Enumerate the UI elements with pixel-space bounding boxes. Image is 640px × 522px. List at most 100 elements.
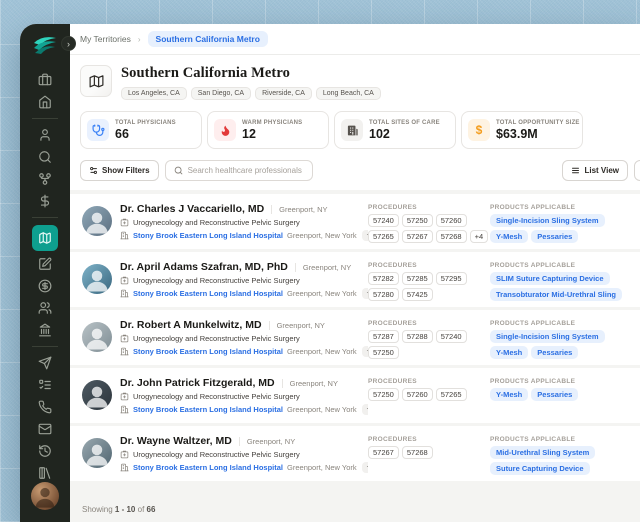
list-icon [571, 166, 580, 175]
procedure-chip: 57288 [402, 330, 433, 343]
procedure-chips: 572405725057260572655726757268+4 [368, 214, 490, 243]
user-avatar[interactable] [31, 482, 59, 510]
desktop-background: › My Territories › Southern California M… [0, 0, 640, 522]
dollar-icon[interactable] [31, 190, 59, 212]
specialty-icon [120, 218, 129, 227]
affiliation-link[interactable]: Stony Brook Eastern Long Island Hospital [133, 347, 283, 356]
stat-card-total-physicians: TOTAL PHYSICIANS 66 [80, 111, 202, 149]
procedure-chips: 5728257285572955728057425 [368, 272, 490, 301]
mail-icon[interactable] [31, 418, 59, 440]
stat-value: 66 [115, 127, 176, 141]
product-chip: Pessaries [531, 346, 578, 359]
physician-avatar [82, 206, 112, 236]
procedure-chip: 57260 [436, 214, 467, 227]
procedures-more-chip[interactable]: +4 [470, 230, 489, 243]
map-icon[interactable] [32, 225, 58, 251]
dollar-circle-icon[interactable] [31, 275, 59, 297]
sidebar-expand-button[interactable]: › [61, 36, 76, 51]
products-label: PRODUCTS APPLICABLE [490, 262, 640, 269]
library-icon[interactable] [31, 462, 59, 484]
physician-row[interactable]: Dr. Wayne Waltzer, MD Greenport, NY Urog… [70, 426, 640, 481]
compose-icon[interactable] [31, 253, 59, 275]
affiliation-link[interactable]: Stony Brook Eastern Long Island Hospital [133, 231, 283, 240]
hospital-icon [120, 463, 129, 472]
procedure-chip: 57268 [436, 230, 467, 243]
stat-value: 102 [369, 127, 440, 141]
breadcrumb-current[interactable]: Southern California Metro [148, 31, 268, 47]
procedure-chip: 57240 [436, 330, 467, 343]
building-icon [341, 119, 363, 141]
filters-icon [89, 166, 98, 175]
territory-tag: San Diego, CA [191, 87, 251, 100]
hospital-icon [120, 405, 129, 414]
products-label: PRODUCTS APPLICABLE [490, 436, 640, 443]
physician-row[interactable]: Dr. April Adams Szafran, MD, PhD Greenpo… [70, 252, 640, 307]
products-label: PRODUCTS APPLICABLE [490, 320, 640, 327]
sidebar-divider [32, 217, 58, 218]
procedure-chips: 572505726057265 [368, 388, 490, 401]
phone-icon[interactable] [31, 396, 59, 418]
territory-tag: Los Angeles, CA [121, 87, 187, 100]
affiliation-link[interactable]: Stony Brook Eastern Long Island Hospital [133, 289, 283, 298]
specialty-icon [120, 392, 129, 401]
procedure-chip: 57282 [368, 272, 399, 285]
product-chip: Y-Mesh [490, 388, 528, 401]
procedure-chip: 57287 [368, 330, 399, 343]
physician-location: Greenport, NY [269, 321, 325, 330]
stat-value: 12 [242, 127, 302, 141]
share-network-icon[interactable] [31, 168, 59, 190]
tasks-icon[interactable] [31, 374, 59, 396]
list-view-button[interactable]: List View [562, 160, 628, 181]
physician-specialty: Urogynecology and Reconstructive Pelvic … [133, 218, 300, 227]
product-chip: Mid-Urethral Sling System [490, 446, 595, 459]
procedures-label: PROCEDURES [368, 262, 490, 269]
physician-row[interactable]: Dr. Robert A Munkelwitz, MD Greenport, N… [70, 310, 640, 365]
chevron-right-icon: › [138, 35, 141, 44]
affiliation-location: Greenport, New York [287, 463, 357, 472]
home-icon[interactable] [31, 91, 59, 113]
hospital-icon [120, 289, 129, 298]
sidebar: › [20, 24, 70, 522]
procedure-chips: 5726757268 [368, 446, 490, 459]
show-filters-button[interactable]: Show Filters [80, 160, 159, 181]
product-chips: Single-Incision Sling SystemY-MeshPessar… [490, 330, 640, 359]
physician-location: Greenport, NY [282, 379, 338, 388]
affiliation-link[interactable]: Stony Brook Eastern Long Island Hospital [133, 405, 283, 414]
physician-name: Dr. Robert A Munkelwitz, MD [120, 319, 262, 331]
stat-card-sites-of-care: TOTAL SITES OF CARE 102 [334, 111, 456, 149]
flame-icon [214, 119, 236, 141]
procedure-chip: 57240 [368, 214, 399, 227]
procedures-label: PROCEDURES [368, 378, 490, 385]
physician-avatar [82, 380, 112, 410]
send-icon[interactable] [31, 352, 59, 374]
user-icon[interactable] [31, 124, 59, 146]
territory-tag: Riverside, CA [255, 87, 312, 100]
affiliation-link[interactable]: Stony Brook Eastern Long Island Hospital [133, 463, 283, 472]
search-icon[interactable] [31, 146, 59, 168]
history-icon[interactable] [31, 440, 59, 462]
procedure-chip: 57250 [368, 388, 399, 401]
hospital-icon [120, 347, 129, 356]
breadcrumb-parent[interactable]: My Territories [80, 34, 131, 44]
search-icon [174, 166, 183, 175]
procedure-chip: 57295 [436, 272, 467, 285]
physician-location: Greenport, NY [295, 263, 351, 272]
search-input[interactable] [188, 166, 304, 175]
physician-row[interactable]: Dr. Charles J Vaccariello, MD Greenport,… [70, 194, 640, 249]
stat-card-warm-physicians: WARM PHYSICIANS 12 [207, 111, 329, 149]
territory-map-thumbnail [80, 65, 112, 97]
physician-specialty: Urogynecology and Reconstructive Pelvic … [133, 334, 300, 343]
product-chip: Suture Capturing Device [490, 462, 590, 475]
clipped-view-button[interactable] [634, 160, 640, 181]
breadcrumb: My Territories › Southern California Met… [70, 24, 640, 55]
procedures-label: PROCEDURES [368, 204, 490, 211]
physician-location: Greenport, NY [271, 205, 327, 214]
app-window: › My Territories › Southern California M… [20, 24, 640, 522]
briefcase-icon[interactable] [31, 69, 59, 91]
users-icon[interactable] [31, 297, 59, 319]
products-label: PRODUCTS APPLICABLE [490, 378, 640, 385]
landmark-icon[interactable] [31, 319, 59, 341]
physician-avatar [82, 438, 112, 468]
hospital-icon [120, 231, 129, 240]
physician-row[interactable]: Dr. John Patrick Fitzgerald, MD Greenpor… [70, 368, 640, 423]
